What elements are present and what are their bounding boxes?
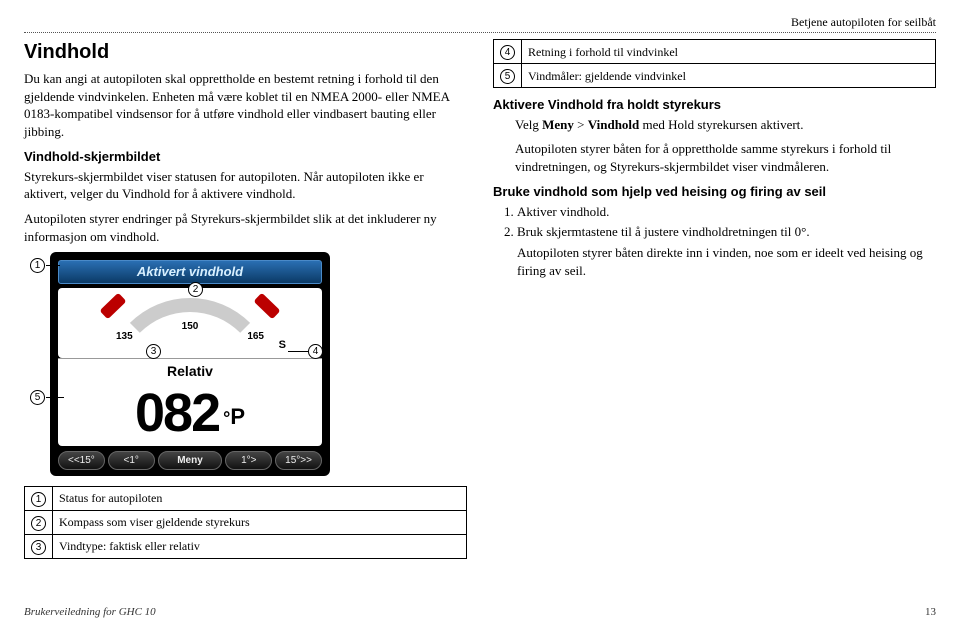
footer-doc-title: Brukerveiledning for GHC 10 <box>24 605 156 620</box>
row-desc-4: Retning i forhold til vindvinkel <box>522 40 936 64</box>
paragraph-status: Styrekurs-skjermbildet viser statusen fo… <box>24 168 467 203</box>
table-row: 2 Kompass som viser gjeldende styrekurs <box>25 511 467 535</box>
leader-4 <box>288 351 308 352</box>
callout-1: 1 <box>30 258 45 273</box>
callout-5: 5 <box>30 390 45 405</box>
upper-callout-table: 4 Retning i forhold til vindvinkel 5 Vin… <box>493 39 936 88</box>
row-num-2: 2 <box>31 516 46 531</box>
leader-1 <box>46 265 60 266</box>
softkey-minus15[interactable]: <<15° <box>58 451 105 471</box>
row-desc-1: Status for autopiloten <box>53 487 467 511</box>
row-num-3: 3 <box>31 540 46 555</box>
table-row: 4 Retning i forhold til vindvinkel <box>494 40 936 64</box>
gauge-tick-135: 135 <box>116 330 133 344</box>
gauge-area: 135 150 165 S <box>58 288 322 358</box>
subhead-aktivere: Aktivere Vindhold fra holdt styrekurs <box>493 96 936 114</box>
row-desc-3: Vindtype: faktisk eller relativ <box>53 535 467 559</box>
gauge-s-mark: S <box>279 338 286 353</box>
right-column: 4 Retning i forhold til vindvinkel 5 Vin… <box>493 39 936 567</box>
softkey-plus15[interactable]: 15°>> <box>275 451 322 471</box>
running-header: Betjene autopiloten for seilbåt <box>24 14 936 32</box>
heading-value: 082 <box>135 386 219 440</box>
device-figure: 1 2 3 4 5 Aktivert vindhold 135 150 165 … <box>50 252 330 476</box>
gauge-tick-150: 150 <box>182 320 199 334</box>
row-desc-2: Kompass som viser gjeldende styrekurs <box>53 511 467 535</box>
row-desc-5: Vindmåler: gjeldende vindvinkel <box>522 64 936 88</box>
table-row: 3 Vindtype: faktisk eller relativ <box>25 535 467 559</box>
gauge-red-right <box>253 292 280 319</box>
table-row: 5 Vindmåler: gjeldende vindvinkel <box>494 64 936 88</box>
row-num-5: 5 <box>500 69 515 84</box>
step-1: Aktiver vindhold. <box>517 203 936 221</box>
softkey-menu[interactable]: Meny <box>158 451 223 471</box>
row-num-1: 1 <box>31 492 46 507</box>
page-title: Vindhold <box>24 39 467 66</box>
header-divider <box>24 32 936 33</box>
leader-5 <box>46 397 64 398</box>
table-row: 1 Status for autopiloten <box>25 487 467 511</box>
steps-outcome: Autopiloten styrer båten direkte inn i v… <box>517 244 936 279</box>
gauge-red-left <box>99 292 126 319</box>
heading-unit: °P <box>223 402 245 440</box>
steps-list: Aktiver vindhold. Bruk skjermtastene til… <box>517 203 936 241</box>
paragraph-changes: Autopiloten styrer endringer på Styrekur… <box>24 210 467 245</box>
aktivere-desc: Autopiloten styrer båten for å opprettho… <box>515 140 936 175</box>
step-2: Bruk skjermtastene til å justere vindhol… <box>517 223 936 241</box>
subhead-bruke: Bruke vindhold som hjelp ved heising og … <box>493 183 936 201</box>
row-num-4: 4 <box>500 45 515 60</box>
intro-paragraph: Du kan angi at autopiloten skal oppretth… <box>24 70 467 140</box>
left-column: Vindhold Du kan angi at autopiloten skal… <box>24 39 467 567</box>
menu-path-line: Velg Meny > Vindhold med Hold styrekurse… <box>515 116 936 134</box>
wind-type-row: Relativ <box>58 358 322 384</box>
heading-reading: 082 °P <box>58 384 322 446</box>
content-columns: Vindhold Du kan angi at autopiloten skal… <box>24 39 936 567</box>
lower-callout-table: 1 Status for autopiloten 2 Kompass som v… <box>24 486 467 559</box>
gauge-tick-165: 165 <box>247 330 264 344</box>
subhead-vindhold-skjerm: Vindhold-skjermbildet <box>24 148 467 166</box>
softkey-row: <<15° <1° Meny 1°> 15°>> <box>58 451 322 471</box>
softkey-minus1[interactable]: <1° <box>108 451 155 471</box>
page-footer: Brukerveiledning for GHC 10 13 <box>24 605 936 620</box>
footer-page-number: 13 <box>925 605 936 620</box>
softkey-plus1[interactable]: 1°> <box>225 451 272 471</box>
device-title-bar: Aktivert vindhold <box>58 260 322 284</box>
